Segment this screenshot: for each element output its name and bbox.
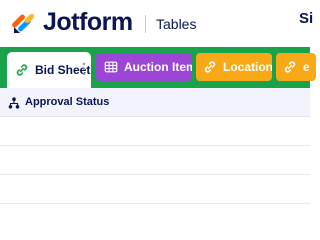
link-icon: [16, 64, 28, 76]
tab-label: Locations: [223, 60, 272, 74]
tab-auction-items[interactable]: Auction Items: [96, 53, 192, 81]
table-row[interactable]: [0, 146, 310, 175]
hierarchy-icon: [8, 97, 20, 109]
top-bar: Jotform Tables Si: [0, 0, 314, 48]
table-row[interactable]: [0, 117, 310, 146]
logo-divider: [145, 15, 146, 33]
page-title-truncated: Si: [299, 10, 314, 27]
brand-name[interactable]: Jotform: [43, 8, 133, 37]
tab-bid-sheet[interactable]: Bid Sheet: [7, 52, 91, 88]
tab-label: Auction Items: [124, 60, 192, 74]
tab-locations[interactable]: Locations: [196, 53, 272, 81]
sheet-tab-bar: Bid Sheet Auction Items Locations: [0, 47, 316, 88]
product-name: Tables: [156, 16, 197, 32]
link-icon: [284, 61, 296, 73]
link-icon: [204, 61, 216, 73]
column-header-approval-status[interactable]: Approval Status: [0, 88, 310, 117]
jotform-logo-icon[interactable]: [12, 11, 36, 35]
grid-icon: [104, 61, 118, 73]
table-row[interactable]: [0, 175, 310, 204]
column-header-label: Approval Status: [25, 96, 110, 108]
tab-options-icon[interactable]: [82, 62, 86, 76]
tab-truncated[interactable]: e: [276, 53, 316, 81]
tab-label: e: [303, 60, 310, 74]
